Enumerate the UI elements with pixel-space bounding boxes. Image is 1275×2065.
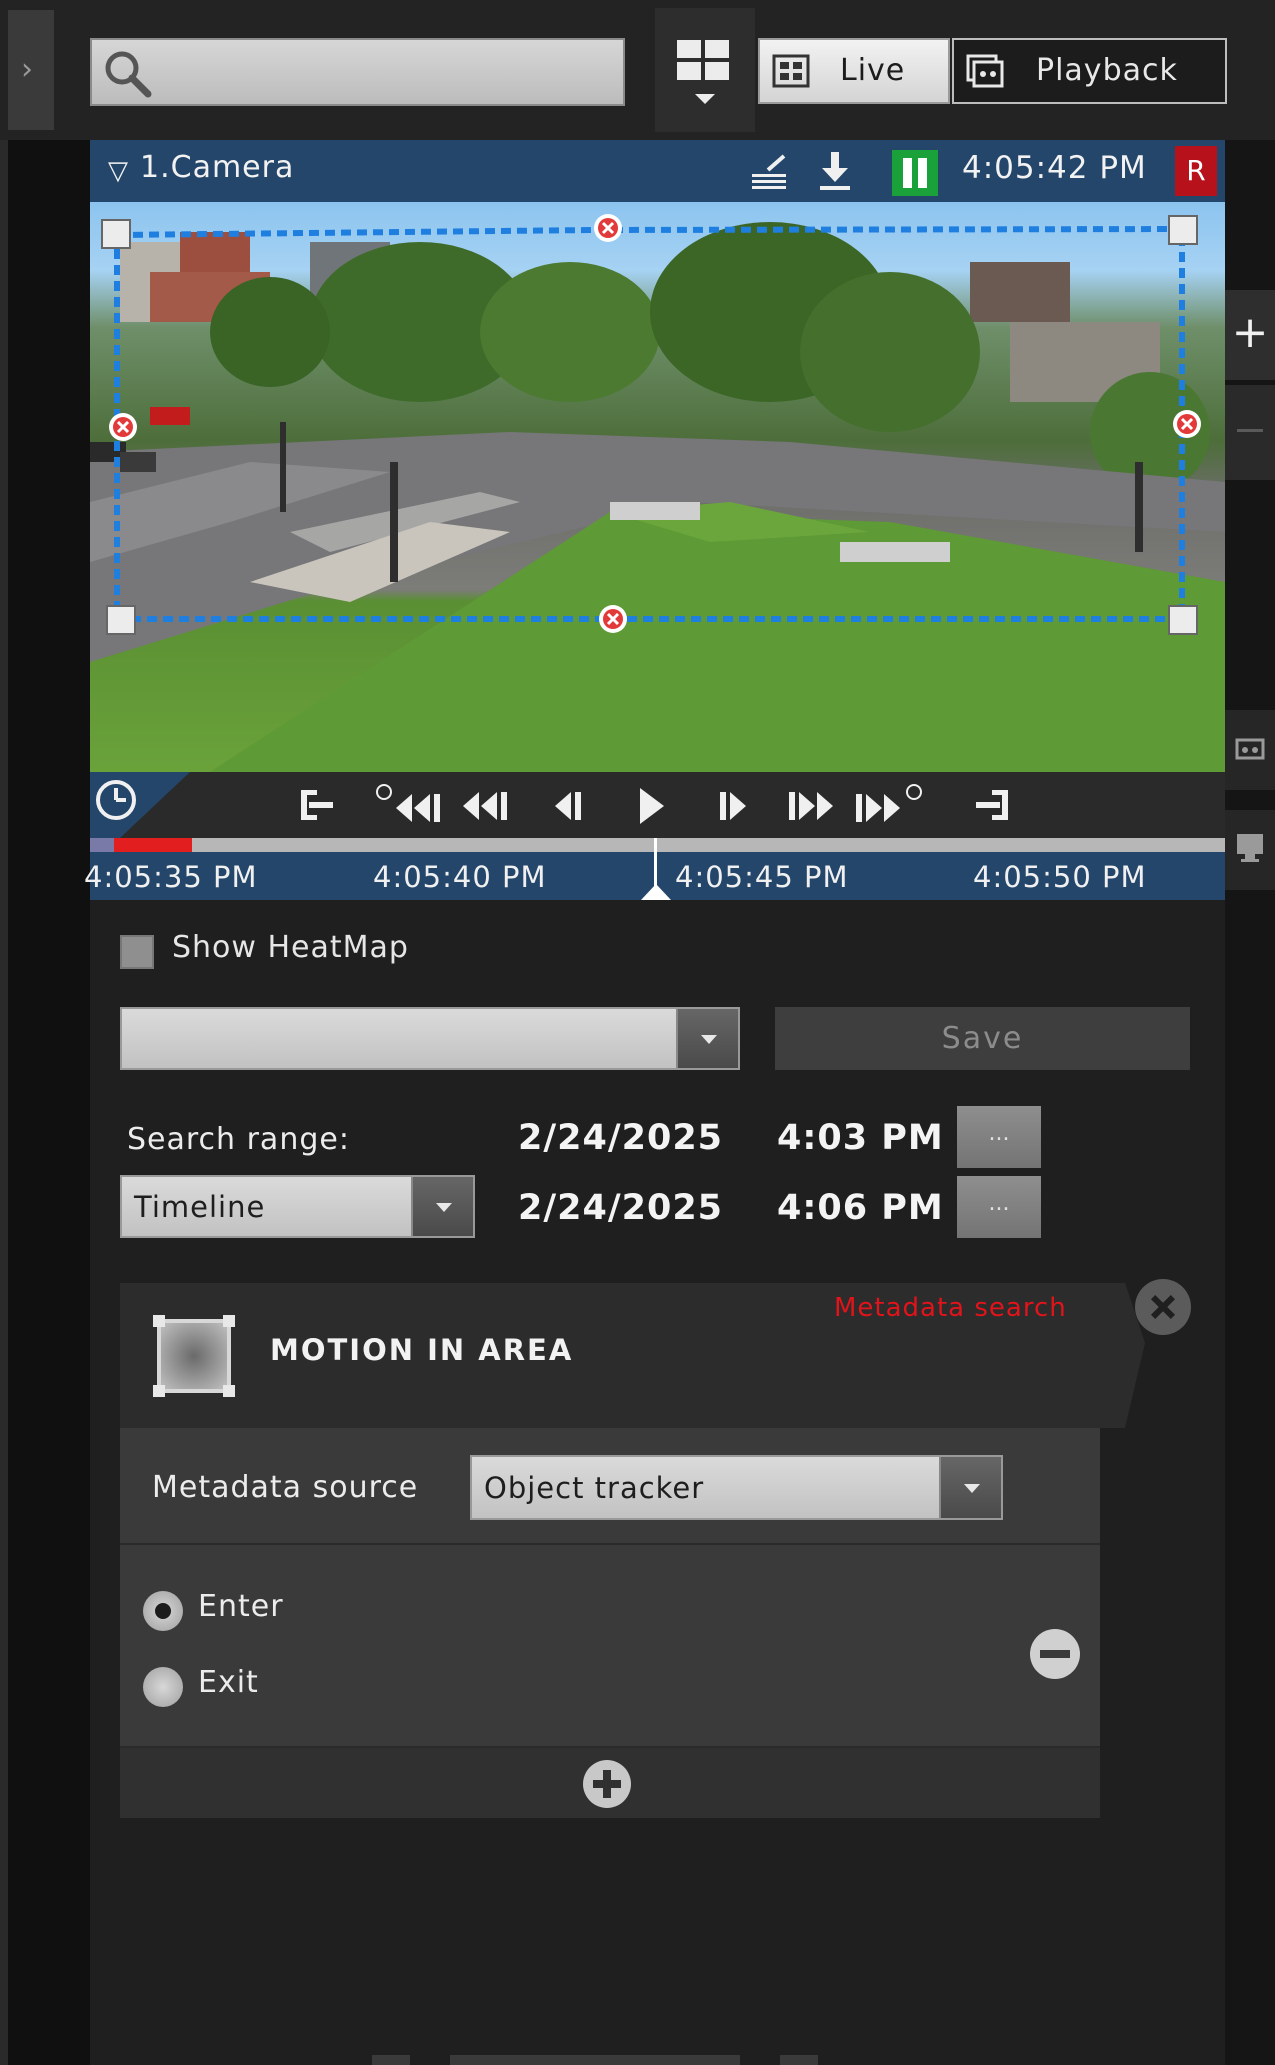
range-mode-arrow[interactable] xyxy=(411,1177,473,1236)
enter-radio[interactable] xyxy=(143,1591,183,1631)
metadata-source-value: Object tracker xyxy=(484,1470,705,1505)
monitor-icon[interactable] xyxy=(1225,810,1275,890)
playback-mode-label: Playback xyxy=(1036,53,1178,88)
to-date[interactable]: 2/24/2025 xyxy=(518,1188,723,1228)
criteria-title: MOTION IN AREA xyxy=(270,1333,574,1367)
from-date-picker-button[interactable]: ... xyxy=(957,1106,1041,1168)
forward-fast-icon[interactable] xyxy=(850,782,930,828)
pause-button[interactable] xyxy=(892,150,938,196)
chevron-down-icon xyxy=(964,1483,980,1493)
timeline-tick-label: 4:05:50 PM xyxy=(973,860,1147,894)
step-forward-icon[interactable] xyxy=(710,782,756,828)
footer-control xyxy=(780,2055,818,2065)
expand-panel-button[interactable]: › xyxy=(8,10,54,130)
rewind-icon[interactable] xyxy=(457,782,517,828)
metadata-source-select[interactable]: Object tracker xyxy=(470,1455,1003,1520)
playback-icon xyxy=(966,54,1004,88)
timeline-tick-label: 4:05:35 PM xyxy=(84,860,258,894)
zone-corner-handle-tr[interactable] xyxy=(1168,215,1198,245)
top-toolbar: › Live Playback xyxy=(0,0,1275,140)
range-mode-value: Timeline xyxy=(134,1189,266,1224)
from-time[interactable]: 4:03 PM xyxy=(777,1118,944,1158)
chevron-down-icon xyxy=(695,94,715,104)
clock-icon[interactable] xyxy=(90,772,190,838)
live-mode-label: Live xyxy=(840,53,906,88)
preset-select-arrow[interactable] xyxy=(676,1009,738,1068)
enter-radio-label[interactable]: Enter xyxy=(198,1589,284,1624)
zone-icon xyxy=(153,1315,235,1397)
metadata-source-arrow[interactable] xyxy=(939,1457,1001,1518)
preset-select[interactable] xyxy=(120,1007,740,1070)
add-camera-button[interactable]: + xyxy=(1225,290,1275,380)
footer-control xyxy=(372,2055,410,2065)
zone-remove-point-icon[interactable] xyxy=(109,413,137,441)
record-badge: R xyxy=(1175,146,1217,196)
camera-time: 4:05:42 PM xyxy=(962,150,1147,186)
minus-icon[interactable] xyxy=(1030,1629,1080,1679)
playback-icon[interactable] xyxy=(1225,710,1275,790)
camera-video[interactable] xyxy=(90,202,1225,772)
playback-controls xyxy=(90,772,1225,838)
camera-header: ▽ 1.Camera 4:05:42 PM R xyxy=(90,140,1225,202)
go-start-icon[interactable] xyxy=(295,782,341,828)
zone-remove-point-icon[interactable] xyxy=(1173,410,1201,438)
forward-icon[interactable] xyxy=(783,782,843,828)
timeline-cursor-marker[interactable] xyxy=(641,884,671,900)
side-panel-handle[interactable] xyxy=(1225,385,1275,480)
chevron-down-icon xyxy=(436,1202,452,1212)
go-end-icon[interactable] xyxy=(968,782,1014,828)
plus-icon: + xyxy=(1231,307,1269,358)
timeline[interactable]: 4:05:35 PM 4:05:40 PM 4:05:45 PM 4:05:50… xyxy=(84,838,1225,900)
timeline-archive-segment xyxy=(90,838,114,852)
to-date-picker-button[interactable]: ... xyxy=(957,1176,1041,1238)
zone-remove-point-icon[interactable] xyxy=(599,605,627,633)
search-input[interactable] xyxy=(90,38,625,106)
exit-radio[interactable] xyxy=(143,1667,183,1707)
zone-corner-handle-bl[interactable] xyxy=(106,605,136,635)
left-rail xyxy=(0,140,90,2065)
chevron-down-icon xyxy=(701,1034,717,1044)
layout-grid-icon xyxy=(677,40,729,82)
rewind-fast-icon[interactable] xyxy=(372,782,452,828)
footer-control xyxy=(450,2055,740,2065)
pause-icon xyxy=(903,158,912,188)
timeline-tick-label: 4:05:40 PM xyxy=(373,860,547,894)
save-button[interactable]: Save xyxy=(775,1007,1190,1070)
search-range-label: Search range: xyxy=(127,1122,350,1157)
add-condition-row xyxy=(120,1748,1100,1818)
range-mode-select[interactable]: Timeline xyxy=(120,1175,475,1238)
edit-icon[interactable] xyxy=(748,152,790,192)
exit-radio-label[interactable]: Exit xyxy=(198,1665,259,1700)
plus-icon[interactable] xyxy=(583,1760,631,1808)
search-icon xyxy=(105,51,152,98)
timeline-tick-label: 4:05:45 PM xyxy=(675,860,849,894)
camera-title: 1.Camera xyxy=(140,150,295,185)
zone-corner-handle-tl[interactable] xyxy=(101,219,131,249)
layout-button[interactable] xyxy=(655,8,755,132)
close-icon[interactable] xyxy=(1135,1279,1191,1335)
filter-icon[interactable]: ▽ xyxy=(108,156,128,186)
video-frame xyxy=(90,214,1225,772)
zone-corner-handle-br[interactable] xyxy=(1168,605,1198,635)
metadata-source-label: Metadata source xyxy=(152,1470,419,1505)
timeline-track[interactable] xyxy=(90,838,1225,852)
show-heatmap-checkbox[interactable] xyxy=(120,935,154,969)
from-date[interactable]: 2/24/2025 xyxy=(518,1118,723,1158)
live-mode-button[interactable]: Live xyxy=(758,38,950,104)
chevron-right-icon: › xyxy=(21,52,33,87)
to-time[interactable]: 4:06 PM xyxy=(777,1188,944,1228)
playback-mode-button[interactable]: Playback xyxy=(952,38,1227,104)
show-heatmap-label: Show HeatMap xyxy=(172,930,409,965)
download-icon[interactable] xyxy=(818,150,852,192)
live-icon xyxy=(772,54,810,88)
metadata-search-tag: Metadata search xyxy=(834,1293,1067,1323)
zone-remove-point-icon[interactable] xyxy=(594,214,622,242)
step-back-icon[interactable] xyxy=(545,782,591,828)
play-icon[interactable] xyxy=(628,782,674,828)
